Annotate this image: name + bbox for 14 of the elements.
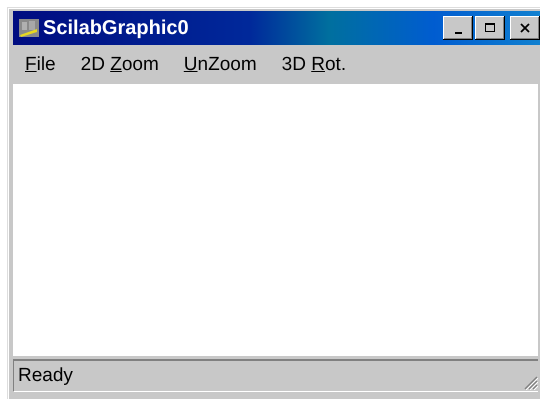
maximize-icon — [483, 22, 497, 34]
menu-item[interactable]: File — [25, 54, 56, 76]
app-icon — [19, 19, 39, 37]
window-title: ScilabGraphic0 — [43, 16, 190, 40]
minimize-button[interactable] — [443, 16, 473, 40]
minimize-icon — [454, 32, 462, 34]
menu-item[interactable]: 3D Rot. — [282, 54, 346, 76]
menu-item[interactable]: 2D Zoom — [80, 54, 159, 76]
menu-item[interactable]: UnZoom — [184, 54, 257, 76]
close-button[interactable] — [510, 16, 540, 40]
close-icon — [518, 22, 532, 34]
resize-grip-icon[interactable] — [524, 376, 538, 390]
status-text: Ready — [18, 365, 73, 387]
maximize-button[interactable] — [475, 16, 505, 40]
